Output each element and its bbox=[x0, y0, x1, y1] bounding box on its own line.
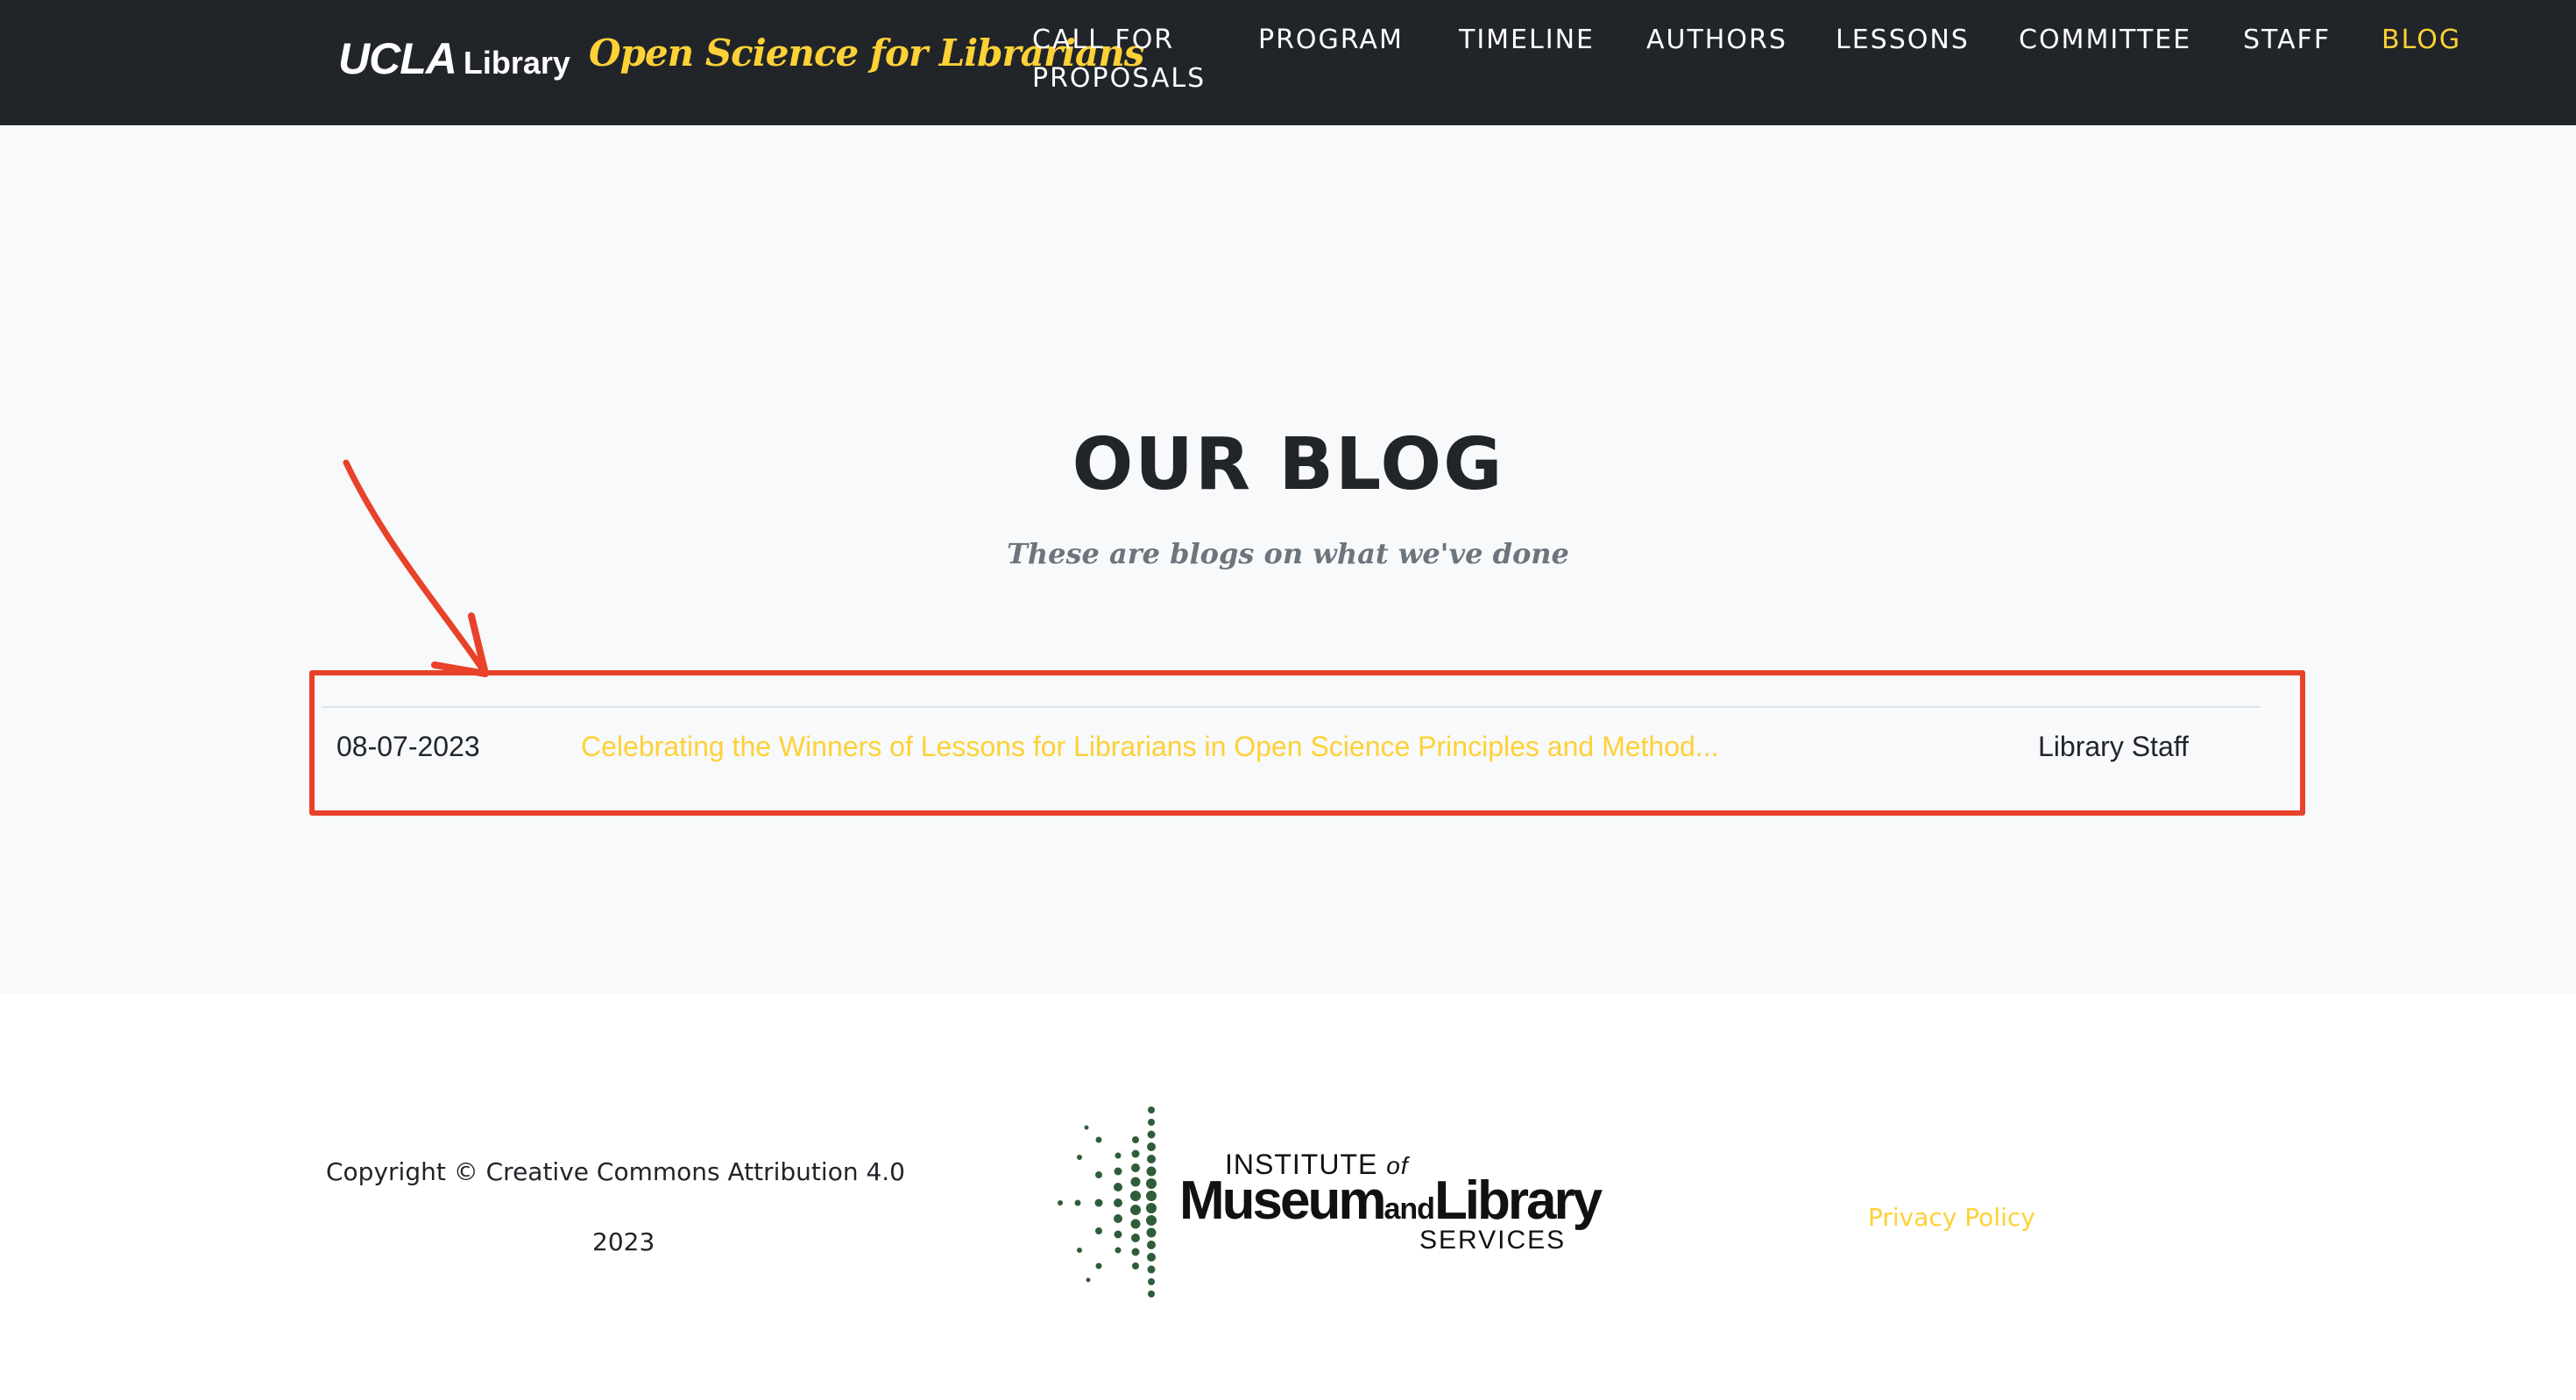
imls-museum-label: MuseumandLibrary bbox=[1179, 1170, 1603, 1231]
blog-post-title-link[interactable]: Celebrating the Winners of Lessons for L… bbox=[581, 731, 1718, 763]
copyright-year: 2023 bbox=[592, 1227, 655, 1256]
blog-post-author: Library Staff bbox=[2038, 731, 2189, 762]
privacy-policy-link[interactable]: Privacy Policy bbox=[1868, 1203, 2035, 1232]
nav-program[interactable]: PROGRAM bbox=[1258, 21, 1404, 60]
table-row-divider bbox=[322, 706, 2261, 708]
blog-section: OUR BLOG These are blogs on what we've d… bbox=[0, 125, 2576, 994]
ucla-library-logo[interactable]: UCLA Library bbox=[338, 33, 570, 84]
nav-authors[interactable]: AUTHORS bbox=[1646, 21, 1787, 60]
nav-staff[interactable]: STAFF bbox=[2243, 21, 2331, 60]
imls-logo[interactable]: INSTITUTE of MuseumandLibrary SERVICES bbox=[1051, 1105, 1603, 1306]
ucla-logo-text: UCLA bbox=[338, 34, 457, 83]
nav-call-for-proposals[interactable]: CALL FOR PROPOSALS bbox=[1032, 21, 1234, 98]
imls-services-label: SERVICES bbox=[1419, 1226, 1567, 1255]
footer: Copyright © Creative Commons Attribution… bbox=[0, 994, 2576, 1400]
nav-timeline[interactable]: TIMELINE bbox=[1459, 21, 1595, 60]
blog-post-date: 08-07-2023 bbox=[336, 731, 480, 762]
top-navbar: UCLA Library Open Science for Librarians … bbox=[0, 0, 2576, 125]
nav-blog[interactable]: BLOG bbox=[2381, 21, 2461, 60]
nav-lessons[interactable]: LESSONS bbox=[1836, 21, 1970, 60]
library-logo-text: Library bbox=[463, 45, 570, 81]
copyright-text: Copyright © Creative Commons Attribution… bbox=[326, 1157, 905, 1186]
nav-committee[interactable]: COMMITTEE bbox=[2019, 21, 2191, 60]
imls-starburst-icon bbox=[1058, 1107, 1157, 1297]
